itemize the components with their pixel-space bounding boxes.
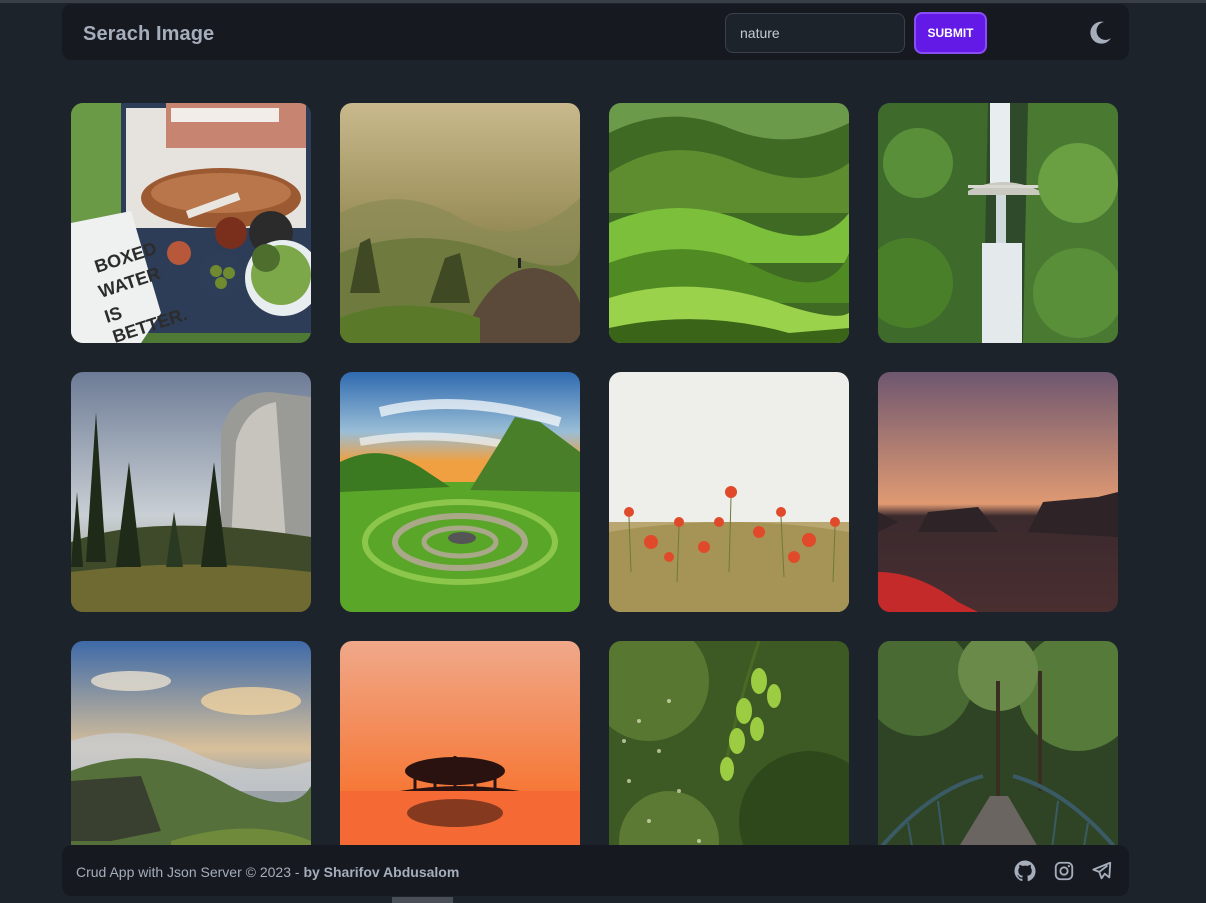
app-title[interactable]: Serach Image [83,23,214,46]
theme-toggle-button[interactable] [1085,18,1115,48]
submit-button[interactable]: SUBMIT [914,12,987,54]
gallery-image[interactable]: BOXED WATER IS BETTER. [71,103,311,343]
moon-icon [1090,21,1111,44]
footer: Crud App with Json Server © 2023 - by Sh… [62,845,1129,896]
navbar: Serach Image SUBMIT [62,4,1129,60]
green-hills-image [609,103,849,343]
gallery-image[interactable] [878,103,1118,343]
gallery-image[interactable] [609,372,849,612]
horizontal-scrollbar-thumb[interactable] [392,897,453,903]
telegram-icon[interactable] [1091,860,1113,882]
footer-author[interactable]: by Sharifov Abdusalom [303,864,459,880]
picnic-basket-image: BOXED WATER IS BETTER. [71,103,311,343]
gallery-image[interactable] [71,372,311,612]
misty-mountains-image [340,103,580,343]
desert-dusk-image [878,372,1118,612]
github-icon[interactable] [1014,860,1036,882]
waterfall-bridge-image [878,103,1118,343]
yosemite-valley-image [71,372,311,612]
footer-text: Crud App with Json Server © 2023 - [76,864,304,880]
stone-circle-field-image [340,372,580,612]
gallery-image[interactable] [878,372,1118,612]
instagram-icon[interactable] [1053,860,1075,882]
gallery-image[interactable] [340,372,580,612]
window-top-border [0,0,1206,3]
poppy-field-image [609,372,849,612]
search-input[interactable] [725,13,905,53]
gallery-image[interactable] [609,103,849,343]
gallery-image[interactable] [340,103,580,343]
footer-copyright: Crud App with Json Server © 2023 - by Sh… [76,864,459,880]
